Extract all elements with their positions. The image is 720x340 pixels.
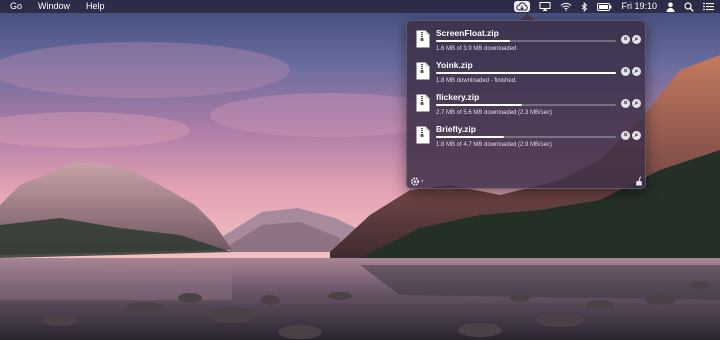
menu-bar: Go Window Help Fri 19:10 (0, 0, 720, 13)
zip-file-icon (416, 126, 430, 144)
download-progress-bar (436, 104, 616, 106)
spotlight-search-icon[interactable] (684, 0, 694, 13)
bluetooth-icon[interactable] (581, 0, 588, 13)
status-area: Fri 19:10 (505, 0, 714, 13)
download-status: 2.7 MB of 5.6 MB downloaded (2.3 MB/sec) (436, 110, 553, 116)
clear-downloads-icon[interactable] (635, 176, 643, 186)
remove-download-button[interactable]: × (621, 67, 630, 76)
download-progress-bar (436, 136, 616, 138)
app-menus: Go Window Help (0, 0, 112, 13)
reveal-in-finder-button[interactable]: ⌕ (632, 131, 641, 140)
airplay-icon[interactable] (539, 0, 551, 13)
wifi-icon[interactable] (560, 0, 572, 13)
zip-file-icon (416, 30, 430, 48)
zip-file-icon (416, 94, 430, 112)
download-item[interactable]: flickery.zip 2.7 MB of 5.6 MB downloaded… (407, 89, 645, 119)
download-item[interactable]: ScreenFloat.zip 1.6 MB of 3.9 MB downloa… (407, 25, 645, 55)
download-item[interactable]: Briefly.zip 1.8 MB of 4.7 MB downloaded … (407, 121, 645, 151)
menu-window[interactable]: Window (29, 0, 77, 13)
stop-download-button[interactable]: × (621, 99, 630, 108)
notification-list-icon[interactable] (703, 0, 714, 13)
menu-go[interactable]: Go (0, 0, 29, 13)
download-progress-bar (436, 72, 616, 74)
stop-download-button[interactable]: × (621, 131, 630, 140)
menu-help[interactable]: Help (77, 0, 112, 13)
download-filename: Briefly.zip (436, 124, 476, 134)
stop-download-button[interactable]: × (621, 35, 630, 44)
zip-file-icon (416, 62, 430, 80)
download-filename: Yoink.zip (436, 60, 473, 70)
download-filename: flickery.zip (436, 92, 480, 102)
reveal-in-finder-button[interactable]: ⌕ (632, 67, 641, 76)
battery-icon[interactable] (597, 0, 612, 13)
reveal-in-finder-button[interactable]: ⌕ (632, 99, 641, 108)
popover-arrow (520, 13, 534, 20)
menu-clock[interactable]: Fri 19:10 (621, 0, 657, 13)
download-status: 1.8 MB downloaded - finished. (436, 78, 517, 84)
download-progress-bar (436, 40, 616, 42)
reveal-in-finder-button[interactable]: ⌕ (632, 35, 641, 44)
download-filename: ScreenFloat.zip (436, 28, 499, 38)
gear-icon[interactable] (409, 176, 427, 187)
download-cloud-icon[interactable] (514, 1, 531, 12)
user-icon[interactable] (666, 0, 675, 13)
download-status: 1.8 MB of 4.7 MB downloaded (2.9 MB/sec) (436, 142, 553, 148)
download-item[interactable]: Yoink.zip 1.8 MB downloaded - finished. … (407, 57, 645, 87)
download-status: 1.6 MB of 3.9 MB downloaded (436, 46, 517, 52)
downloads-popover: ScreenFloat.zip 1.6 MB of 3.9 MB downloa… (406, 20, 646, 189)
